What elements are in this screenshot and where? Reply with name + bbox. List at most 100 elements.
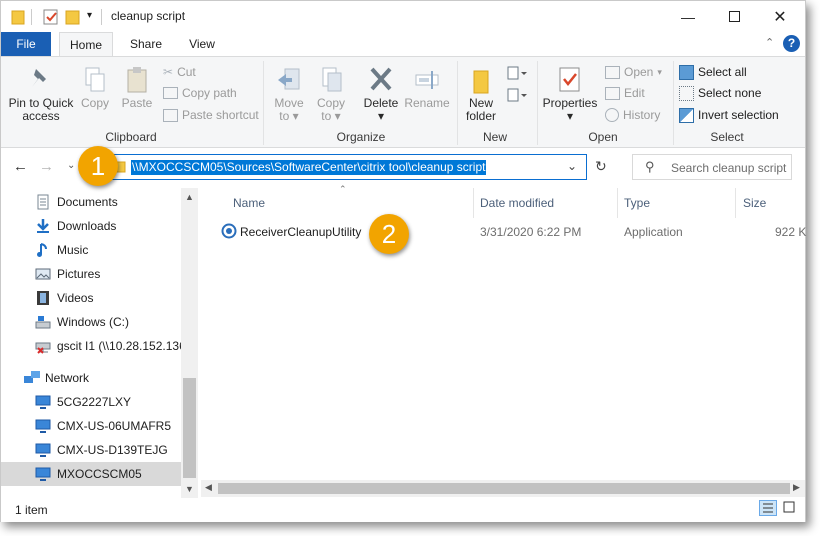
sidebar-item-videos[interactable]: Videos: [1, 286, 181, 310]
table-row[interactable]: ReceiverCleanupUtility 3/31/2020 6:22 PM…: [211, 220, 811, 244]
scrollbar-thumb[interactable]: [218, 483, 790, 494]
column-separator[interactable]: [735, 188, 736, 218]
history-button[interactable]: History: [605, 106, 660, 124]
easy-access-icon[interactable]: [507, 87, 527, 103]
address-dropdown-icon[interactable]: ⌄: [567, 159, 577, 173]
sidebar-item-downloads[interactable]: Downloads: [1, 214, 181, 238]
pin-to-quick-access-button[interactable]: Pin to Quick access: [7, 65, 75, 123]
paste-shortcut-button[interactable]: Paste shortcut: [163, 106, 259, 124]
search-box[interactable]: ⚲ Search cleanup script: [632, 154, 792, 180]
minimize-button[interactable]: —: [665, 1, 711, 32]
tab-home[interactable]: Home: [59, 32, 113, 57]
customize-qa-icon[interactable]: ▾: [87, 10, 92, 28]
properties-qa-icon[interactable]: [43, 8, 59, 26]
sidebar-item-label: Windows (C:): [57, 315, 130, 329]
address-path[interactable]: \\MXOCCSCM05\Sources\SoftwareCenter\citr…: [131, 160, 487, 175]
sidebar-item-label: 5CG2227LXY: [57, 395, 132, 409]
downloads-icon: [35, 218, 51, 234]
tab-share[interactable]: Share: [121, 32, 171, 57]
edit-button[interactable]: Edit: [605, 84, 645, 102]
large-icons-view-icon[interactable]: [781, 500, 799, 516]
column-separator[interactable]: [473, 188, 474, 218]
refresh-icon[interactable]: ↻: [595, 158, 607, 175]
help-icon[interactable]: ?: [783, 35, 800, 52]
forward-arrow-icon[interactable]: →: [39, 158, 54, 175]
column-separator[interactable]: [617, 188, 618, 218]
pictures-icon: [35, 266, 51, 282]
ribbon: Pin to Quick access Copy Paste ✂ Cut Copy…: [1, 56, 805, 148]
paste-shortcut-icon: [163, 108, 178, 122]
paste-icon: [117, 65, 157, 97]
details-view-icon[interactable]: [759, 500, 777, 516]
move-to-button[interactable]: Move to ▾: [269, 65, 309, 123]
select-all-icon: [679, 64, 694, 80]
scrollbar-thumb[interactable]: [183, 378, 196, 478]
collapse-ribbon-icon[interactable]: ⌃: [765, 36, 774, 49]
cut-button[interactable]: ✂ Cut: [163, 63, 196, 81]
column-header-type[interactable]: Type: [624, 188, 650, 218]
sidebar-item-label: Downloads: [57, 219, 117, 233]
back-arrow-icon[interactable]: ←: [13, 158, 28, 175]
new-folder-qa-icon[interactable]: [65, 8, 81, 26]
computer-icon: [35, 466, 51, 482]
copy-button[interactable]: Copy: [77, 65, 113, 110]
copy-path-button[interactable]: Copy path: [163, 84, 237, 102]
copy-path-label: Copy path: [182, 86, 237, 100]
search-input[interactable]: Search cleanup script: [671, 161, 786, 175]
properties-button[interactable]: Properties ▾: [541, 65, 599, 123]
sidebar-item-music[interactable]: Music: [1, 238, 181, 262]
sidebar-item-pictures[interactable]: Pictures: [1, 262, 181, 286]
select-all-button[interactable]: Select all: [679, 63, 747, 81]
chevron-down-icon: ▾: [377, 109, 385, 123]
maximize-button[interactable]: [711, 1, 757, 32]
sidebar-item-computer[interactable]: CMX-US-06UMAFR5: [1, 414, 181, 438]
scissors-icon: ✂: [163, 65, 174, 79]
copy-label: Copy: [80, 96, 109, 110]
scroll-up-icon[interactable]: ▲: [185, 192, 194, 202]
sidebar-item-windows-c[interactable]: Windows (C:): [1, 310, 181, 334]
chevron-down-icon: ▾: [334, 109, 341, 123]
select-none-label: Select none: [698, 86, 762, 100]
paste-shortcut-label: Paste shortcut: [182, 108, 259, 122]
new-folder-button[interactable]: New folder: [461, 65, 501, 123]
sidebar-item-mxoccscm05[interactable]: MXOCCSCM05: [1, 462, 181, 486]
horizontal-scrollbar[interactable]: ◀ ▶: [201, 480, 805, 497]
address-bar[interactable]: \\MXOCCSCM05\Sources\SoftwareCenter\citr…: [105, 154, 587, 180]
scroll-down-icon[interactable]: ▼: [185, 484, 194, 494]
window-title: cleanup script: [111, 9, 186, 23]
pin-icon: [7, 65, 75, 97]
scroll-left-icon[interactable]: ◀: [205, 482, 212, 493]
sidebar-scrollbar[interactable]: ▲ ▼: [181, 188, 198, 498]
paste-button[interactable]: Paste: [117, 65, 157, 110]
scroll-right-icon[interactable]: ▶: [793, 482, 800, 493]
title-separator: [101, 9, 102, 25]
sidebar-item-network[interactable]: Network: [1, 366, 181, 390]
open-button[interactable]: Open ▾: [605, 63, 662, 81]
sidebar-item-computer[interactable]: 5CG2227LXY: [1, 390, 181, 414]
sidebar-item-label: gscit I1 (\\10.28.152.136): [57, 339, 190, 353]
folder-icon: [11, 8, 25, 26]
invert-selection-button[interactable]: Invert selection: [679, 106, 779, 124]
ribbon-separator: [263, 61, 264, 145]
sidebar-item-label: MXOCCSCM05: [57, 467, 142, 481]
sidebar-item-documents[interactable]: Documents: [1, 190, 181, 214]
rename-button[interactable]: Rename: [403, 65, 451, 110]
close-button[interactable]: ✕: [757, 1, 803, 32]
select-none-button[interactable]: Select none: [679, 84, 761, 102]
sidebar-item-gscit-i1[interactable]: gscit I1 (\\10.28.152.136): [1, 334, 190, 358]
title-bar: ▾ cleanup script — ✕: [1, 1, 805, 32]
column-header-size[interactable]: Size: [743, 188, 766, 218]
edit-label: Edit: [624, 86, 645, 100]
copy-to-button[interactable]: Copy to ▾: [311, 65, 351, 123]
sidebar-item-computer[interactable]: CMX-US-D139TEJG: [1, 438, 181, 462]
copy-to-icon: [311, 65, 351, 97]
column-header-name[interactable]: Name: [233, 188, 265, 218]
delete-button[interactable]: Delete ▾: [359, 65, 403, 123]
column-header-date[interactable]: Date modified: [480, 188, 554, 218]
cut-label: Cut: [177, 65, 196, 79]
tab-file[interactable]: File: [1, 32, 51, 57]
ribbon-separator: [673, 61, 674, 145]
tab-view[interactable]: View: [179, 32, 225, 57]
recent-locations-icon[interactable]: ⌄: [67, 160, 75, 171]
new-item-icon[interactable]: [507, 65, 527, 81]
